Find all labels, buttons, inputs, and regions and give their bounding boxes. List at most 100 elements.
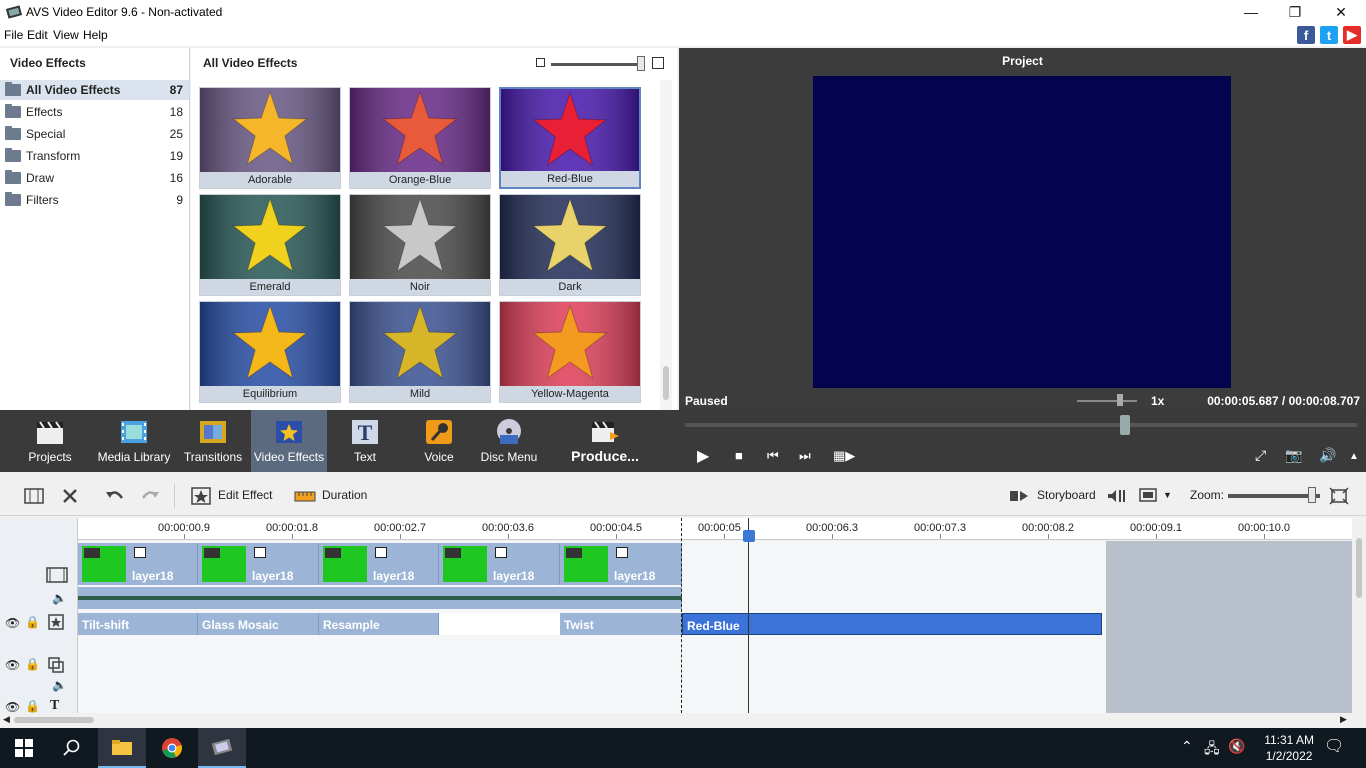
maximize-button[interactable]: ❐ [1272,0,1318,24]
zoom-slider[interactable] [1228,494,1320,498]
audio-volume-icon[interactable]: 🔈 [52,678,67,692]
effect-tile[interactable]: Noir [349,194,491,296]
effect-tile[interactable]: Dark [499,194,641,296]
seek-handle[interactable] [1120,415,1130,435]
facebook-icon[interactable]: f [1297,26,1315,44]
lock-icon[interactable]: 🔒 [25,615,40,629]
video-clip[interactable]: layer18 [319,543,439,585]
audio-volume-icon[interactable]: 🔈 [52,591,67,605]
play-button[interactable]: ▶ [697,446,709,466]
effect-tile[interactable]: Adorable [199,87,341,189]
volume-muted-icon[interactable]: 🔇 [1228,738,1245,755]
grid-scrollbar[interactable] [660,80,672,410]
effect-tile[interactable]: Red-Blue [499,87,641,189]
minimize-button[interactable]: — [1228,0,1274,24]
thumbnail-large-icon[interactable] [652,57,664,69]
effect-tile[interactable]: Orange-Blue [349,87,491,189]
stop-button[interactable]: ■ [735,448,743,463]
category-special[interactable]: Special 25 [0,124,189,144]
start-button[interactable] [0,728,48,768]
video-clip[interactable]: layer18 [560,543,682,585]
youtube-icon[interactable]: ▶ [1343,26,1361,44]
effect-clip[interactable]: Resample [319,613,439,635]
video-clip[interactable]: layer18 [78,543,198,585]
disc-menu-button[interactable]: Disc Menu [478,410,540,472]
fullscreen-button[interactable]: ⤢ [1255,447,1266,464]
audio-track-clip[interactable] [78,587,682,609]
effect-clip[interactable]: Tilt-shift [78,613,198,635]
visibility-eye-icon[interactable]: 👁 [5,616,20,630]
transitions-button[interactable]: Transitions [180,410,246,472]
effect-clip[interactable]: Glass Mosaic [198,613,319,635]
grid-scroll-thumb[interactable] [663,366,669,400]
effect-tile[interactable]: Emerald [199,194,341,296]
snapshot-button[interactable]: 📷 [1285,447,1302,464]
visibility-eye-icon[interactable]: 👁 [5,700,20,714]
effect-tile[interactable]: Yellow-Magenta [499,301,641,403]
scroll-right-icon[interactable]: ▶ [1340,714,1347,725]
twitter-icon[interactable]: t [1320,26,1338,44]
timeline-vertical-scrollbar[interactable] [1352,518,1366,713]
produce-button[interactable]: Produce... [566,410,644,472]
timeline-vscroll-thumb[interactable] [1356,538,1362,598]
delete-icon[interactable] [59,486,81,506]
projects-button[interactable]: Projects [14,410,86,472]
chevron-down-icon[interactable]: ▼ [1163,490,1172,500]
category-draw[interactable]: Draw 16 [0,168,189,188]
speed-slider[interactable] [1077,400,1137,402]
menu-help[interactable]: Help [83,28,108,42]
video-effects-button[interactable]: Video Effects [251,410,327,472]
seek-bar[interactable] [685,423,1357,427]
timeline-view-icon[interactable] [23,486,45,506]
video-clip[interactable]: layer18 [198,543,319,585]
next-frame-button[interactable]: ⏭ [799,448,811,464]
fit-timeline-icon[interactable] [1328,486,1350,506]
undo-icon[interactable] [104,486,126,506]
duration-button[interactable]: Duration [294,478,374,516]
avs-taskbar-button[interactable] [198,728,246,768]
effect-clip[interactable]: Red-Blue [682,613,1102,635]
category-filters[interactable]: Filters 9 [0,190,189,210]
thumbnail-size-slider[interactable] [551,63,643,66]
collapse-button[interactable]: ▲ [1349,451,1359,462]
redo-icon[interactable] [139,486,161,506]
lock-icon[interactable]: 🔒 [25,657,40,671]
audio-mixer-icon[interactable] [1106,486,1128,506]
close-button[interactable]: ✕ [1318,0,1364,24]
display-options-icon[interactable] [1138,486,1160,506]
zoom-slider-handle[interactable] [1308,487,1316,503]
speed-slider-handle[interactable] [1117,394,1123,406]
storyboard-button[interactable]: Storyboard [1008,478,1098,516]
category-transform[interactable]: Transform 19 [0,146,189,166]
text-button[interactable]: T Text [335,410,395,472]
menu-view[interactable]: View [53,28,79,42]
video-clip[interactable]: layer18 [439,543,560,585]
edit-effect-button[interactable]: Edit Effect [190,478,280,516]
system-clock[interactable]: 11:31 AM 1/2/2022 [1264,732,1314,764]
split-button[interactable]: ▦▶ [833,448,855,464]
visibility-eye-icon[interactable]: 👁 [5,658,20,672]
playhead-handle[interactable] [743,530,755,542]
timeline-horizontal-scrollbar[interactable]: ◀ ▶ [0,713,1352,727]
scroll-left-icon[interactable]: ◀ [3,714,10,725]
timeline-scroll-thumb[interactable] [14,717,94,723]
voice-button[interactable]: Voice [409,410,469,472]
search-button[interactable] [48,728,96,768]
volume-button[interactable]: 🔊 [1319,447,1336,464]
preview-screen[interactable] [813,76,1231,388]
thumbnail-size-handle[interactable] [637,56,645,71]
thumbnail-small-icon[interactable] [536,58,545,67]
playhead-line[interactable] [748,518,749,713]
timeline-tracks[interactable]: layer18 layer18 layer18 layer18 layer18 Tilt… [78,518,1352,713]
menu-edit[interactable]: Edit [27,28,48,42]
category-all-video-effects[interactable]: All Video Effects 87 [0,80,189,100]
category-effects[interactable]: Effects 18 [0,102,189,122]
effect-tile[interactable]: Mild [349,301,491,403]
previous-frame-button[interactable]: ⏮ [767,448,779,464]
effect-clip[interactable]: Twist [560,613,682,635]
chrome-taskbar-button[interactable] [148,728,196,768]
network-icon[interactable]: 🖧 [1204,738,1220,762]
effect-tile[interactable]: Equilibrium [199,301,341,403]
media-library-button[interactable]: Media Library [96,410,172,472]
lock-icon[interactable]: 🔒 [25,699,40,713]
